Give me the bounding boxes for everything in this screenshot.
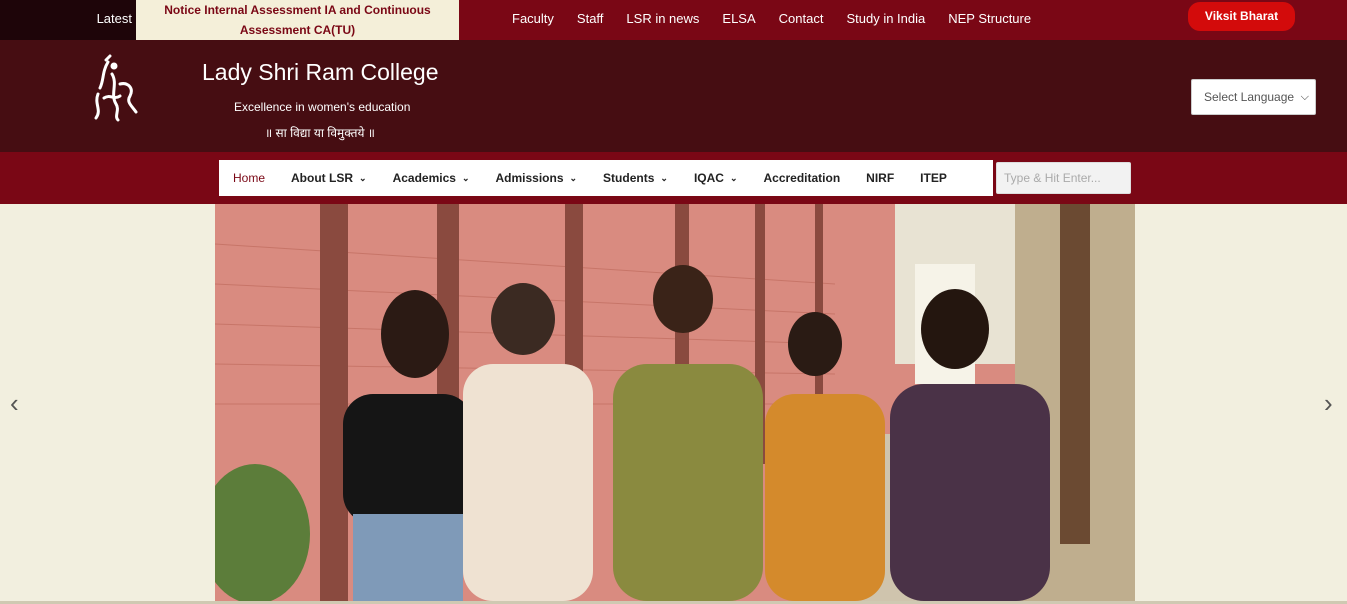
viksit-bharat-button[interactable]: Viksit Bharat <box>1188 2 1295 31</box>
nav-item-label: Home <box>233 171 266 185</box>
top-link-contact[interactable]: Contact <box>779 11 824 26</box>
search-input[interactable]: Type & Hit Enter... <box>996 162 1131 194</box>
college-logo[interactable] <box>92 54 138 124</box>
nav-item-label: Students <box>603 171 655 185</box>
chevron-down-icon: ⌄ <box>461 172 470 183</box>
chevron-down-icon: ⌄ <box>569 172 578 183</box>
chevron-down-icon: ⌄ <box>660 172 668 183</box>
nav-item-label: About LSR <box>291 171 354 185</box>
site-title[interactable]: Lady Shri Ram College <box>202 59 439 86</box>
site-motto: ॥ सा विद्या या विमुक्तये ॥ <box>265 126 375 140</box>
nav-item-itep[interactable]: ITEP <box>920 171 947 185</box>
chevron-down-icon: ⌄ <box>359 172 367 183</box>
nav-item-admissions[interactable]: Admissions ⌄ <box>495 171 577 185</box>
top-link-study-in-india[interactable]: Study in India <box>846 11 925 26</box>
nav-item-about-lsr[interactable]: About LSR ⌄ <box>291 171 367 185</box>
nav-item-academics[interactable]: Academics ⌄ <box>393 171 470 185</box>
nav-item-label: NIRF <box>866 171 895 185</box>
nav-item-label: Accreditation <box>763 171 841 185</box>
top-bar: Latest Notice Internal Assessment IA and… <box>0 0 1347 40</box>
nav-item-label: ITEP <box>920 171 947 185</box>
nav-item-label: Admissions <box>495 171 564 185</box>
main-nav-strip: Home About LSR ⌄ Academics ⌄ Admissions ⌄ S… <box>0 152 1347 204</box>
chevron-down-icon: ⌵ <box>1300 91 1309 103</box>
site-header: Lady Shri Ram College Excellence in wome… <box>0 40 1347 152</box>
top-link-faculty[interactable]: Faculty <box>512 11 554 26</box>
top-link-staff[interactable]: Staff <box>577 11 604 26</box>
chevron-down-icon: ⌄ <box>729 172 738 183</box>
nav-item-label: Academics <box>392 171 456 185</box>
top-links: Faculty Staff LSR in news ELSA Contact S… <box>512 0 1054 36</box>
nav-item-home[interactable]: Home <box>233 171 265 185</box>
hero-slide-image[interactable] <box>215 204 1135 601</box>
latest-label: Latest <box>0 0 136 40</box>
news-ticker[interactable]: Notice Internal Assessment IA and Contin… <box>136 0 459 40</box>
nav-item-nirf[interactable]: NIRF <box>866 171 894 185</box>
nav-item-students[interactable]: Students ⌄ <box>603 171 668 185</box>
chevron-right-icon[interactable]: › <box>1324 388 1333 419</box>
top-link-lsr-in-news[interactable]: LSR in news <box>626 11 699 26</box>
nav-item-label: IQAC <box>693 171 724 185</box>
site-tagline: Excellence in women's education <box>234 100 411 114</box>
main-nav: Home About LSR ⌄ Academics ⌄ Admissions ⌄ S… <box>219 160 993 196</box>
top-link-elsa[interactable]: ELSA <box>722 11 755 26</box>
nav-item-iqac[interactable]: IQAC ⌄ <box>694 171 738 185</box>
language-select[interactable]: Select Language ⌵ <box>1191 79 1316 115</box>
nav-item-accreditation[interactable]: Accreditation <box>763 171 840 185</box>
chevron-left-icon[interactable]: ‹ <box>10 388 19 419</box>
top-link-nep-structure[interactable]: NEP Structure <box>948 11 1031 26</box>
language-select-label: Select Language <box>1204 90 1295 104</box>
